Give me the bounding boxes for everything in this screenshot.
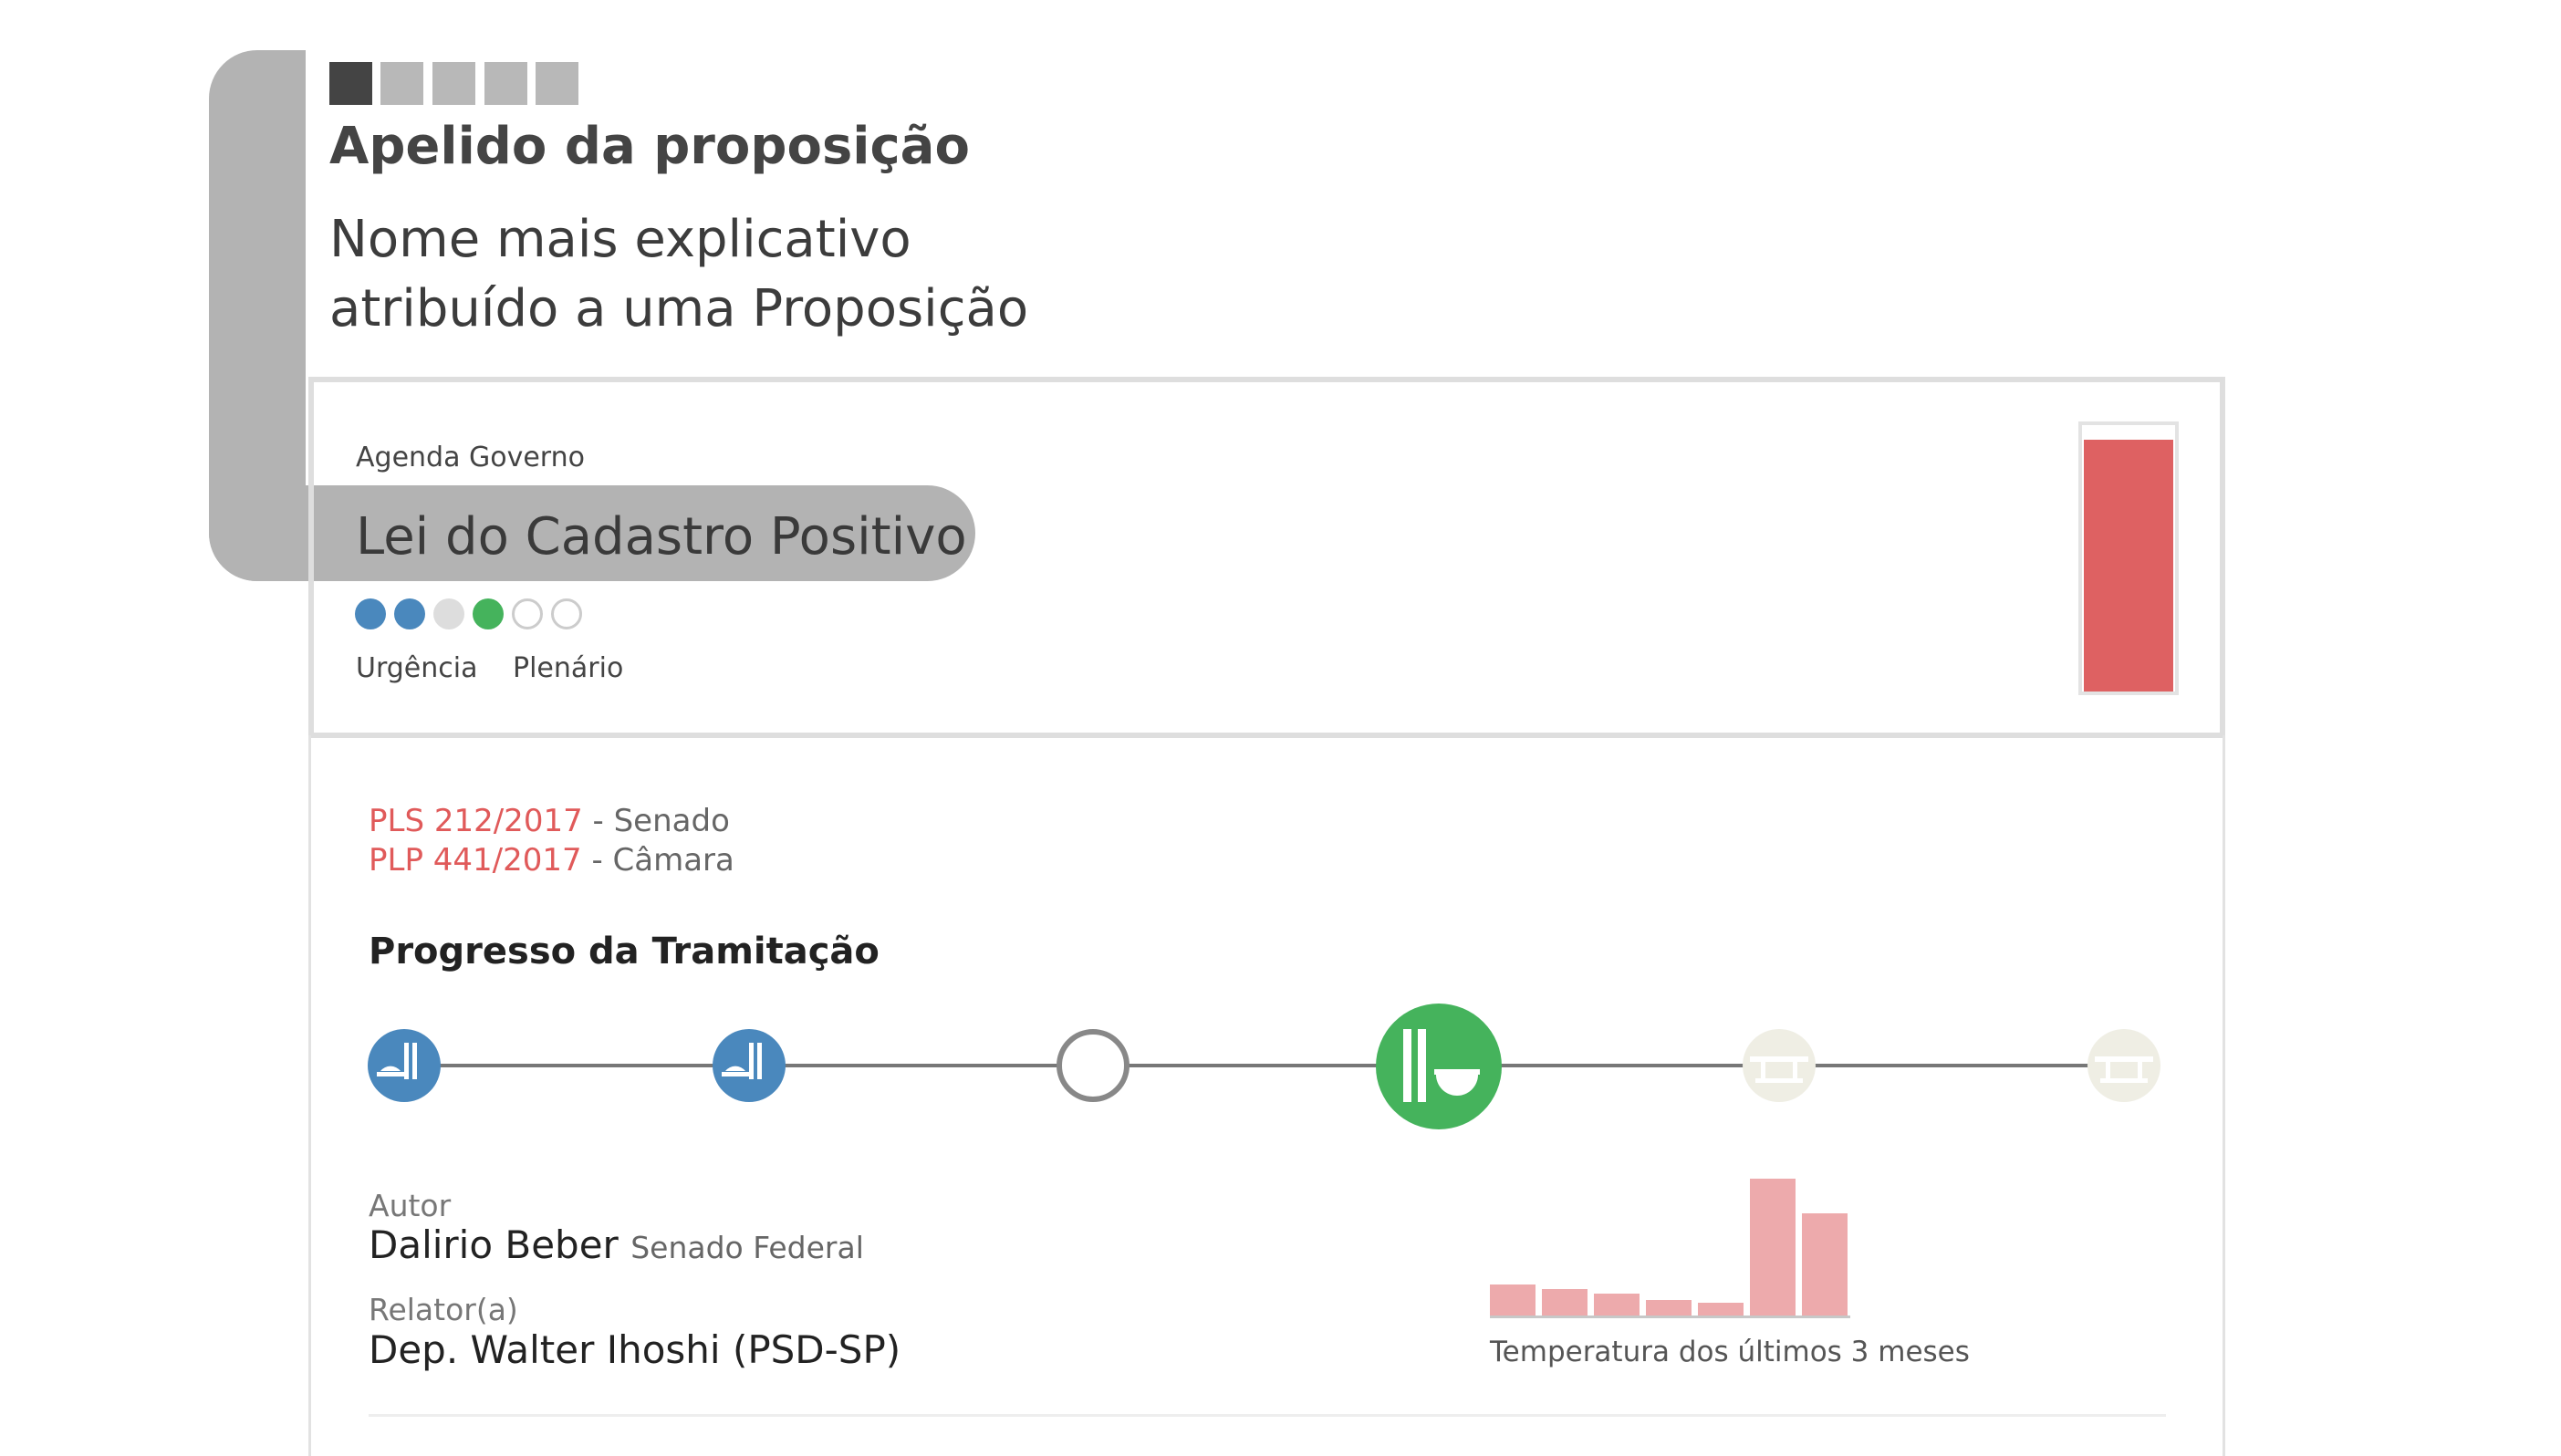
progress-track-line <box>406 1064 2130 1067</box>
progress-stage-6[interactable] <box>2087 1029 2160 1102</box>
progress-stage-1[interactable] <box>368 1029 441 1102</box>
legend-square-2 <box>380 62 423 105</box>
temperature-bar <box>1542 1289 1588 1316</box>
legend-square-3 <box>432 62 475 105</box>
temperature-bar <box>1594 1294 1640 1316</box>
temperature-chart-baseline <box>1490 1316 1850 1318</box>
status-dot-1 <box>355 598 386 629</box>
plenary-icon <box>1403 1029 1480 1102</box>
plenary-label: Plenário <box>513 652 624 684</box>
temperature-bar <box>1802 1213 1848 1316</box>
temperature-bar <box>1750 1179 1796 1316</box>
urgency-label: Urgência <box>356 652 478 684</box>
desk-icon <box>1750 1056 1808 1083</box>
annotation-description-line-2: atribuído a uma Proposição <box>329 279 1029 338</box>
author-value: Dalirio Beber Senado Federal <box>369 1222 864 1267</box>
progress-title: Progresso da Tramitação <box>369 931 880 972</box>
identifier-code[interactable]: PLS 212/2017 <box>369 803 583 839</box>
plenary-icon <box>722 1043 762 1079</box>
identifier-house: - Câmara <box>581 842 734 879</box>
progress-stage-5[interactable] <box>1743 1029 1816 1102</box>
legend-square-4 <box>484 62 527 105</box>
desk-icon <box>2095 1056 2153 1083</box>
rapporteur-label: Relator(a) <box>369 1292 518 1327</box>
annotation-description-line-1: Nome mais explicativo <box>329 210 911 269</box>
legend-square-1 <box>329 62 372 105</box>
proposition-title[interactable]: Lei do Cadastro Positivo <box>356 507 967 567</box>
plenary-icon <box>377 1043 417 1079</box>
temperature-bar <box>1646 1300 1692 1316</box>
status-dot-5 <box>512 598 543 629</box>
identifier-code[interactable]: PLP 441/2017 <box>369 842 582 879</box>
legend-square-5 <box>536 62 578 105</box>
author-house: Senado Federal <box>630 1230 864 1265</box>
temperature-bar <box>1490 1284 1536 1316</box>
rapporteur-name[interactable]: Dep. Walter Ihoshi (PSD-SP) <box>369 1327 901 1372</box>
temperature-bar <box>1698 1303 1744 1316</box>
temperature-gauge-fill <box>2084 440 2173 692</box>
status-dot-4 <box>473 598 504 629</box>
agenda-label: Agenda Governo <box>356 442 585 473</box>
annotation-description: Nome mais explicativo atribuído a uma Pr… <box>329 205 1028 344</box>
author-name[interactable]: Dalirio Beber <box>369 1222 619 1267</box>
identifier-camara[interactable]: PLP 441/2017 - Câmara <box>369 842 734 879</box>
identifier-house: - Senado <box>582 803 730 839</box>
status-dot-6 <box>551 598 582 629</box>
progress-stage-3[interactable] <box>1057 1029 1130 1102</box>
progress-stage-4-current[interactable] <box>1376 1004 1502 1129</box>
author-label: Autor <box>369 1188 452 1223</box>
card-divider <box>369 1414 2166 1417</box>
annotation-title: Apelido da proposição <box>329 117 970 176</box>
status-dot-3 <box>433 598 464 629</box>
temperature-chart-caption: Temperatura dos últimos 3 meses <box>1490 1336 1970 1368</box>
identifier-senado[interactable]: PLS 212/2017 - Senado <box>369 803 730 839</box>
progress-stage-2[interactable] <box>713 1029 786 1102</box>
status-dot-2 <box>394 598 425 629</box>
